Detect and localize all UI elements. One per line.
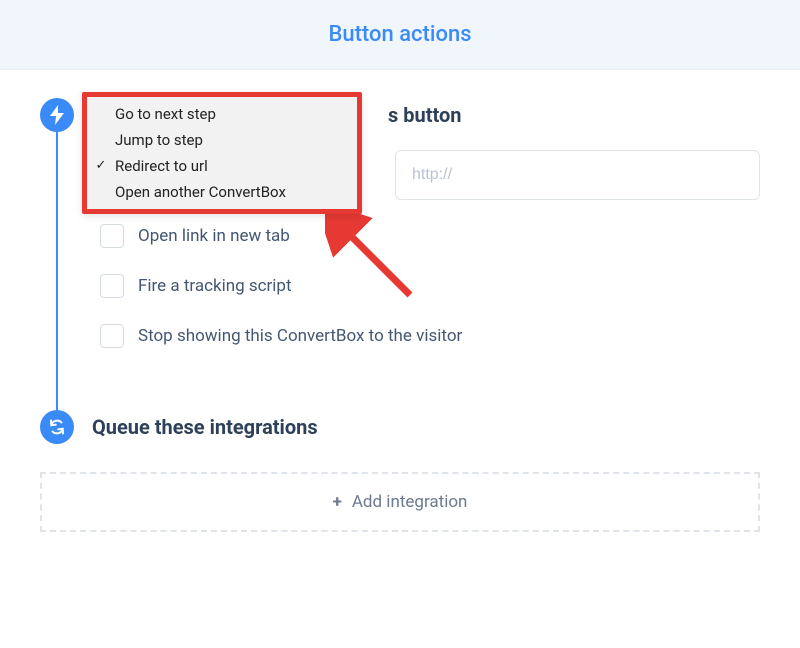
- url-input[interactable]: [395, 150, 760, 200]
- dropdown-item-next-step[interactable]: Go to next step: [87, 101, 357, 127]
- dropdown-item-label: Redirect to url: [115, 155, 208, 177]
- checkbox-stop-showing[interactable]: [100, 324, 124, 348]
- checkbox-open-new-tab[interactable]: [100, 224, 124, 248]
- checkbox-fire-script[interactable]: [100, 274, 124, 298]
- add-integration-button[interactable]: + Add integration: [40, 472, 760, 532]
- dropdown-item-jump-step[interactable]: Jump to step: [87, 127, 357, 153]
- header-bar: Button actions: [0, 0, 800, 70]
- dropdown-item-open-convertbox[interactable]: Open another ConvertBox: [87, 179, 357, 205]
- dropdown-item-redirect[interactable]: ✓ Redirect to url: [87, 153, 357, 179]
- dropdown-item-label: Open another ConvertBox: [115, 181, 286, 203]
- sync-icon: [40, 410, 74, 444]
- check-icon: ✓: [93, 155, 109, 177]
- section-title-fragment: s button: [388, 103, 461, 127]
- dropdown-item-label: Jump to step: [115, 129, 203, 151]
- section2-header-row: Queue these integrations: [40, 410, 760, 444]
- action-dropdown[interactable]: Go to next step Jump to step ✓ Redirect …: [82, 92, 362, 214]
- plus-icon: +: [333, 492, 342, 512]
- dropdown-item-label: Go to next step: [115, 103, 216, 125]
- checkbox-fire-script-row: Fire a tracking script: [100, 274, 760, 298]
- section-integrations: Queue these integrations: [40, 410, 760, 444]
- lightning-icon: [40, 98, 74, 132]
- checkbox-open-new-tab-label: Open link in new tab: [138, 226, 290, 246]
- checkbox-open-new-tab-row: Open link in new tab: [100, 224, 760, 248]
- checkbox-stop-showing-label: Stop showing this ConvertBox to the visi…: [138, 326, 462, 346]
- checkbox-stop-showing-row: Stop showing this ConvertBox to the visi…: [100, 324, 760, 348]
- checkbox-fire-script-label: Fire a tracking script: [138, 276, 292, 296]
- header-title: Button actions: [328, 22, 471, 47]
- section2-title: Queue these integrations: [92, 415, 318, 439]
- add-integration-label: Add integration: [352, 492, 468, 512]
